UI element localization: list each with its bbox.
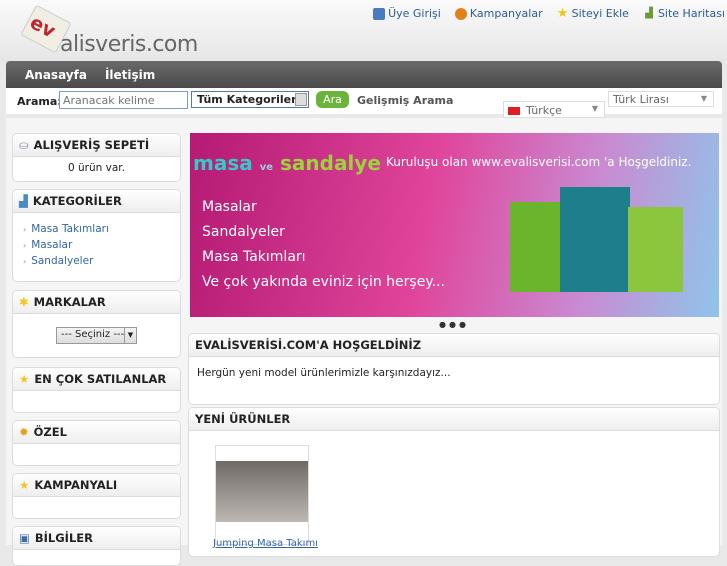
users-icon (373, 7, 386, 20)
bullet-icon: › (23, 241, 27, 250)
info-panel: ▣ BİLGİLER (12, 526, 181, 566)
banner-line: Masalar (202, 199, 257, 215)
link-kampanyalar[interactable]: Kampanyalar (454, 7, 543, 20)
panel-title: BİLGİLER (34, 531, 94, 545)
chevron-down-icon (295, 93, 307, 106)
search-button[interactable]: Ara (316, 91, 349, 108)
brands-panel: ✱ MARKALAR --- Seçiniz --- ▼ (12, 290, 181, 358)
main-area: ⛀ ALIŞVERİŞ SEPETİ 0 ürün var. ▟ KATEGORİL… (6, 118, 722, 566)
new-products-panel: YENİ ÜRÜNLER Jumping Masa Takımı (188, 407, 720, 557)
bullet-icon: › (23, 257, 27, 266)
search-input[interactable] (59, 91, 188, 109)
language-select[interactable]: Türkçe ▼ (503, 101, 605, 118)
chevron-down-icon: ▼ (591, 104, 598, 113)
brand-select[interactable]: --- Seçiniz --- ▼ (56, 327, 137, 344)
panel-title: KAMPANYALI (34, 478, 118, 492)
welcome-text: Hergün yeni model ürünlerimizle karşınız… (197, 367, 451, 379)
nav-anasayfa[interactable]: Anasayfa (25, 68, 87, 82)
shopping-bag-icon (628, 207, 683, 292)
logo-text: alisveris.com (60, 32, 198, 57)
book-icon: ▣ (19, 531, 30, 545)
shopping-bag-icon (510, 202, 565, 292)
link-label: Siteyi Ekle (571, 7, 629, 20)
chevron-down-icon: ▼ (124, 328, 136, 343)
category-label: Masalar (31, 239, 73, 251)
language-value: Türkçe (526, 104, 562, 117)
chevron-down-icon: ▼ (700, 94, 707, 103)
star-icon: ★ (19, 372, 30, 386)
search-label: Arama: (17, 95, 62, 108)
banner-slideshow[interactable]: masa ve sandalye Kuruluşu olan www.evali… (190, 133, 719, 317)
header: ev alisveris.com Üye Girişi Kampanyalar … (0, 0, 727, 62)
logo-part: masa (193, 151, 253, 175)
link-site-haritasi[interactable]: ▟ Site Haritası (643, 7, 725, 20)
coin-icon (454, 7, 467, 20)
product-link[interactable]: Jumping Masa Takımı (213, 538, 318, 549)
link-label: Üye Girişi (388, 7, 441, 20)
category-select[interactable]: Tüm Kategoriler (191, 91, 309, 108)
welcome-panel: EVALİSVERİSİ.COM'A HOŞGELDİNİZ Hergün ye… (188, 333, 720, 405)
turkey-flag-icon (508, 107, 520, 115)
category-link[interactable]: › Masa Takımları (23, 223, 180, 235)
currency-select[interactable]: Türk Lirası ▼ (608, 91, 714, 107)
link-label: Kampanyalar (469, 7, 543, 20)
bullet-icon: › (23, 225, 27, 234)
link-uye-girisi[interactable]: Üye Girişi (373, 7, 441, 20)
brand-value: --- Seçiniz --- (61, 329, 125, 340)
currency-value: Türk Lirası (613, 93, 669, 106)
categories-panel: ▟ KATEGORİLER › Masa Takımları › Masalar › S… (12, 189, 181, 282)
product-card[interactable]: Jumping Masa Takımı (213, 445, 318, 549)
slide-dots[interactable]: ●●● (439, 320, 469, 329)
nav-iletisim[interactable]: İletişim (105, 68, 155, 82)
category-link[interactable]: › Sandalyeler (23, 255, 180, 267)
basket-icon: ⛀ (19, 138, 29, 152)
search-bar: Arama: Tüm Kategoriler Ara Gelişmiş Aram… (6, 88, 722, 114)
link-label: Site Haritası (657, 7, 725, 20)
panel-title: EVALİSVERİSİ.COM'A HOŞGELDİNİZ (195, 338, 422, 352)
badge-icon: ✹ (19, 425, 29, 439)
product-image[interactable] (216, 461, 308, 522)
link-siteyi-ekle[interactable]: ★ Siteyi Ekle (556, 5, 629, 21)
panel-title: ÖZEL (33, 425, 67, 439)
sitemap-icon: ▟ (645, 7, 653, 19)
bestsellers-panel: ★ EN ÇOK SATILANLAR (12, 367, 181, 413)
banner-line: Masa Takımları (202, 249, 306, 265)
category-label: Masa Takımları (31, 223, 109, 235)
banner-line: Ve çok yakında eviniz için herşey... (202, 274, 445, 290)
shopping-bag-icon (560, 187, 630, 292)
asterisk-icon: ✱ (19, 295, 29, 309)
advanced-search-link[interactable]: Gelişmiş Arama (357, 94, 453, 107)
main-nav: Anasayfa İletişim (6, 61, 722, 88)
cart-status: 0 ürün var. (68, 162, 125, 174)
panel-title: MARKALAR (33, 295, 106, 309)
cart-panel: ⛀ ALIŞVERİŞ SEPETİ 0 ürün var. (12, 133, 181, 182)
panel-title: KATEGORİLER (32, 194, 122, 208)
banner-tagline: Kuruluşu olan www.evalisverisi.com 'a Ho… (386, 155, 692, 169)
sitemap-icon: ▟ (19, 194, 28, 208)
star-icon: ★ (19, 478, 30, 492)
campaign-panel: ★ KAMPANYALI (12, 473, 181, 519)
panel-title: ALIŞVERİŞ SEPETİ (33, 138, 150, 152)
panel-title: EN ÇOK SATILANLAR (34, 372, 167, 386)
panel-title: YENİ ÜRÜNLER (195, 412, 291, 426)
banner-line: Sandalyeler (202, 224, 285, 240)
category-label: Sandalyeler (31, 255, 94, 267)
banner-logo: masa ve sandalye (193, 151, 381, 175)
category-value: Tüm Kategoriler (197, 93, 297, 106)
category-link[interactable]: › Masalar (23, 239, 180, 251)
star-icon: ★ (556, 5, 569, 21)
logo-part: sandalye (280, 151, 381, 175)
special-panel: ✹ ÖZEL (12, 420, 181, 466)
